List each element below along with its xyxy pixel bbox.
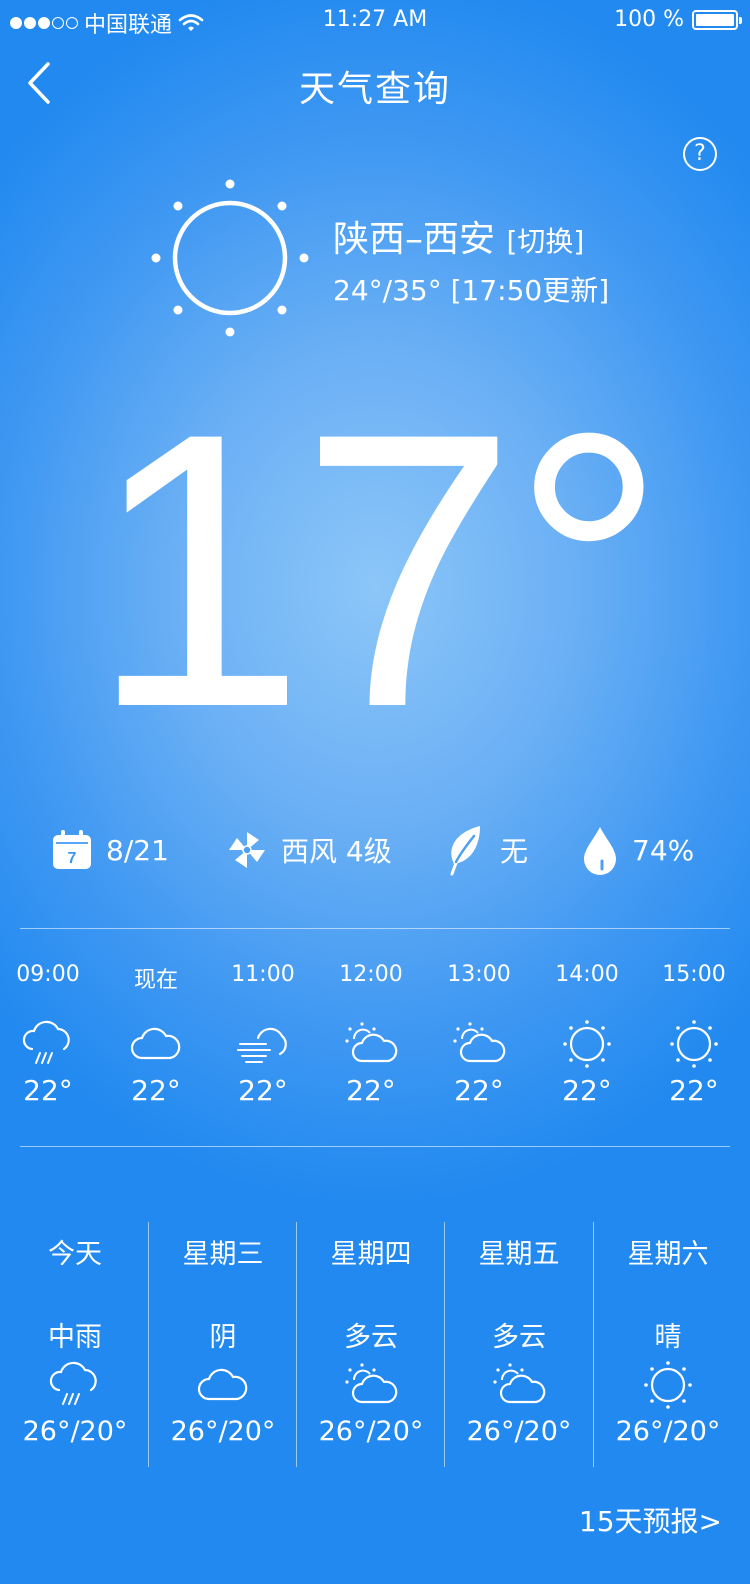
wind-info: 西风 4级 — [227, 822, 392, 878]
partly-cloudy-icon — [493, 1363, 546, 1404]
wind-text: 西风 4级 — [281, 835, 392, 868]
status-bar: 中国联通 11:27 AM 100 % — [0, 0, 750, 40]
partly-cloudy-icon — [345, 1022, 398, 1063]
day-temp-range: 26°/20° — [615, 1416, 721, 1447]
hour-time: 13:00 — [447, 962, 511, 987]
day-temp-range: 26°/20° — [466, 1416, 572, 1447]
hour-time: 现在 — [133, 968, 178, 993]
battery-icon — [692, 9, 742, 30]
hour-item: 现在 22° — [106, 962, 206, 1107]
pinwheel-icon — [229, 832, 265, 868]
hourly-forecast: 09:00 22° 现在 22° 11:00 22° 12:00 22° 13:… — [0, 962, 750, 1132]
info-row: 7 8/21 西风 4级 无 74% — [0, 822, 750, 878]
day-item: 星期六 晴 26°/20° — [593, 1222, 743, 1467]
hour-item: 09:00 22° — [0, 962, 98, 1107]
hour-item: 14:00 22° — [537, 962, 637, 1107]
column-divider — [296, 1222, 297, 1467]
hour-item: 15:00 22° — [644, 962, 744, 1107]
day-item: 星期四 多云 26°/20° — [296, 1222, 446, 1467]
day-temp-range: 26°/20° — [22, 1416, 128, 1447]
column-divider — [444, 1222, 445, 1467]
divider — [20, 1146, 730, 1147]
page-title: 天气查询 — [298, 69, 451, 110]
day-temp-range: 26°/20° — [170, 1416, 276, 1447]
hour-temp: 22° — [669, 1074, 719, 1107]
column-divider — [148, 1222, 149, 1467]
cloud-icon — [130, 1027, 181, 1060]
day-name: 今天 — [48, 1239, 102, 1270]
pollen-text: 无 — [500, 835, 529, 868]
sun-icon — [563, 1020, 611, 1068]
sun-icon — [644, 1361, 692, 1409]
day-condition: 晴 — [654, 1322, 682, 1353]
day-name: 星期六 — [627, 1239, 709, 1270]
day-condition: 多云 — [344, 1322, 398, 1353]
hour-time: 15:00 — [662, 962, 726, 987]
day-name: 星期五 — [478, 1239, 560, 1270]
help-button[interactable]: ? — [683, 137, 717, 171]
hour-time: 09:00 — [16, 962, 80, 987]
hour-temp: 22° — [238, 1074, 288, 1107]
day-temp-range: 26°/20° — [318, 1416, 424, 1447]
date-text: 8/21 — [106, 833, 169, 867]
current-temperature: 17° — [89, 352, 667, 788]
date-info: 7 8/21 — [52, 822, 169, 878]
day-item: 今天 中雨 26°/20° — [0, 1222, 150, 1467]
humidity-text: 74% — [632, 833, 695, 867]
battery-percent: 100 % — [614, 7, 684, 32]
partly-cloudy-icon — [453, 1022, 506, 1063]
hour-temp: 22° — [131, 1074, 181, 1107]
location-name: 陕西–西安 — [333, 219, 496, 260]
hour-item: 13:00 22° — [429, 962, 529, 1107]
hour-temp: 22° — [454, 1074, 504, 1107]
sun-icon — [150, 178, 310, 338]
pollen-info: 无 — [446, 822, 528, 878]
update-time: [17:50更新] — [450, 274, 610, 307]
hour-time: 11:00 — [231, 962, 295, 987]
day-condition: 多云 — [492, 1322, 546, 1353]
hour-temp: 22° — [562, 1074, 612, 1107]
day-item: 星期三 阴 26°/20° — [148, 1222, 298, 1467]
switch-city-link[interactable]: [切换] — [506, 225, 584, 258]
day-name: 星期四 — [330, 1239, 412, 1270]
day-condition: 中雨 — [48, 1322, 102, 1353]
day-name: 星期三 — [182, 1239, 264, 1270]
location: 陕西–西安 [切换] — [333, 210, 584, 262]
rain-icon — [22, 1020, 70, 1064]
calendar-icon: 7 — [53, 830, 91, 869]
column-divider — [593, 1222, 594, 1467]
hour-item: 12:00 22° — [321, 962, 421, 1107]
temp-range: 24°/35° [17:50更新] — [333, 269, 609, 309]
hour-time: 12:00 — [339, 962, 403, 987]
hour-item: 11:00 22° — [213, 962, 313, 1107]
leaf-icon — [450, 826, 480, 876]
rain-icon — [49, 1361, 97, 1405]
partly-cloudy-icon — [345, 1363, 398, 1404]
temp-range-value: 24°/35° — [333, 274, 442, 307]
status-right: 100 % — [614, 7, 742, 32]
water-drop-icon — [584, 827, 616, 875]
humidity-info: 74% — [582, 822, 694, 878]
day-item: 星期五 多云 26°/20° — [444, 1222, 594, 1467]
calendar-day: 7 — [68, 850, 77, 867]
divider — [20, 928, 730, 929]
hour-temp: 22° — [23, 1074, 73, 1107]
cloud-icon — [197, 1368, 248, 1401]
sun-icon — [670, 1020, 718, 1068]
day-condition: 阴 — [209, 1322, 237, 1353]
hour-temp: 22° — [346, 1074, 396, 1107]
hour-time: 14:00 — [555, 962, 619, 987]
daily-forecast: 今天 中雨 26°/20° 星期三 阴 26°/20° 星期四 多云 26°/2… — [0, 1222, 750, 1467]
15-day-forecast-link[interactable]: 15天预报> — [579, 1500, 722, 1540]
fog-cloud-icon — [237, 1027, 287, 1063]
